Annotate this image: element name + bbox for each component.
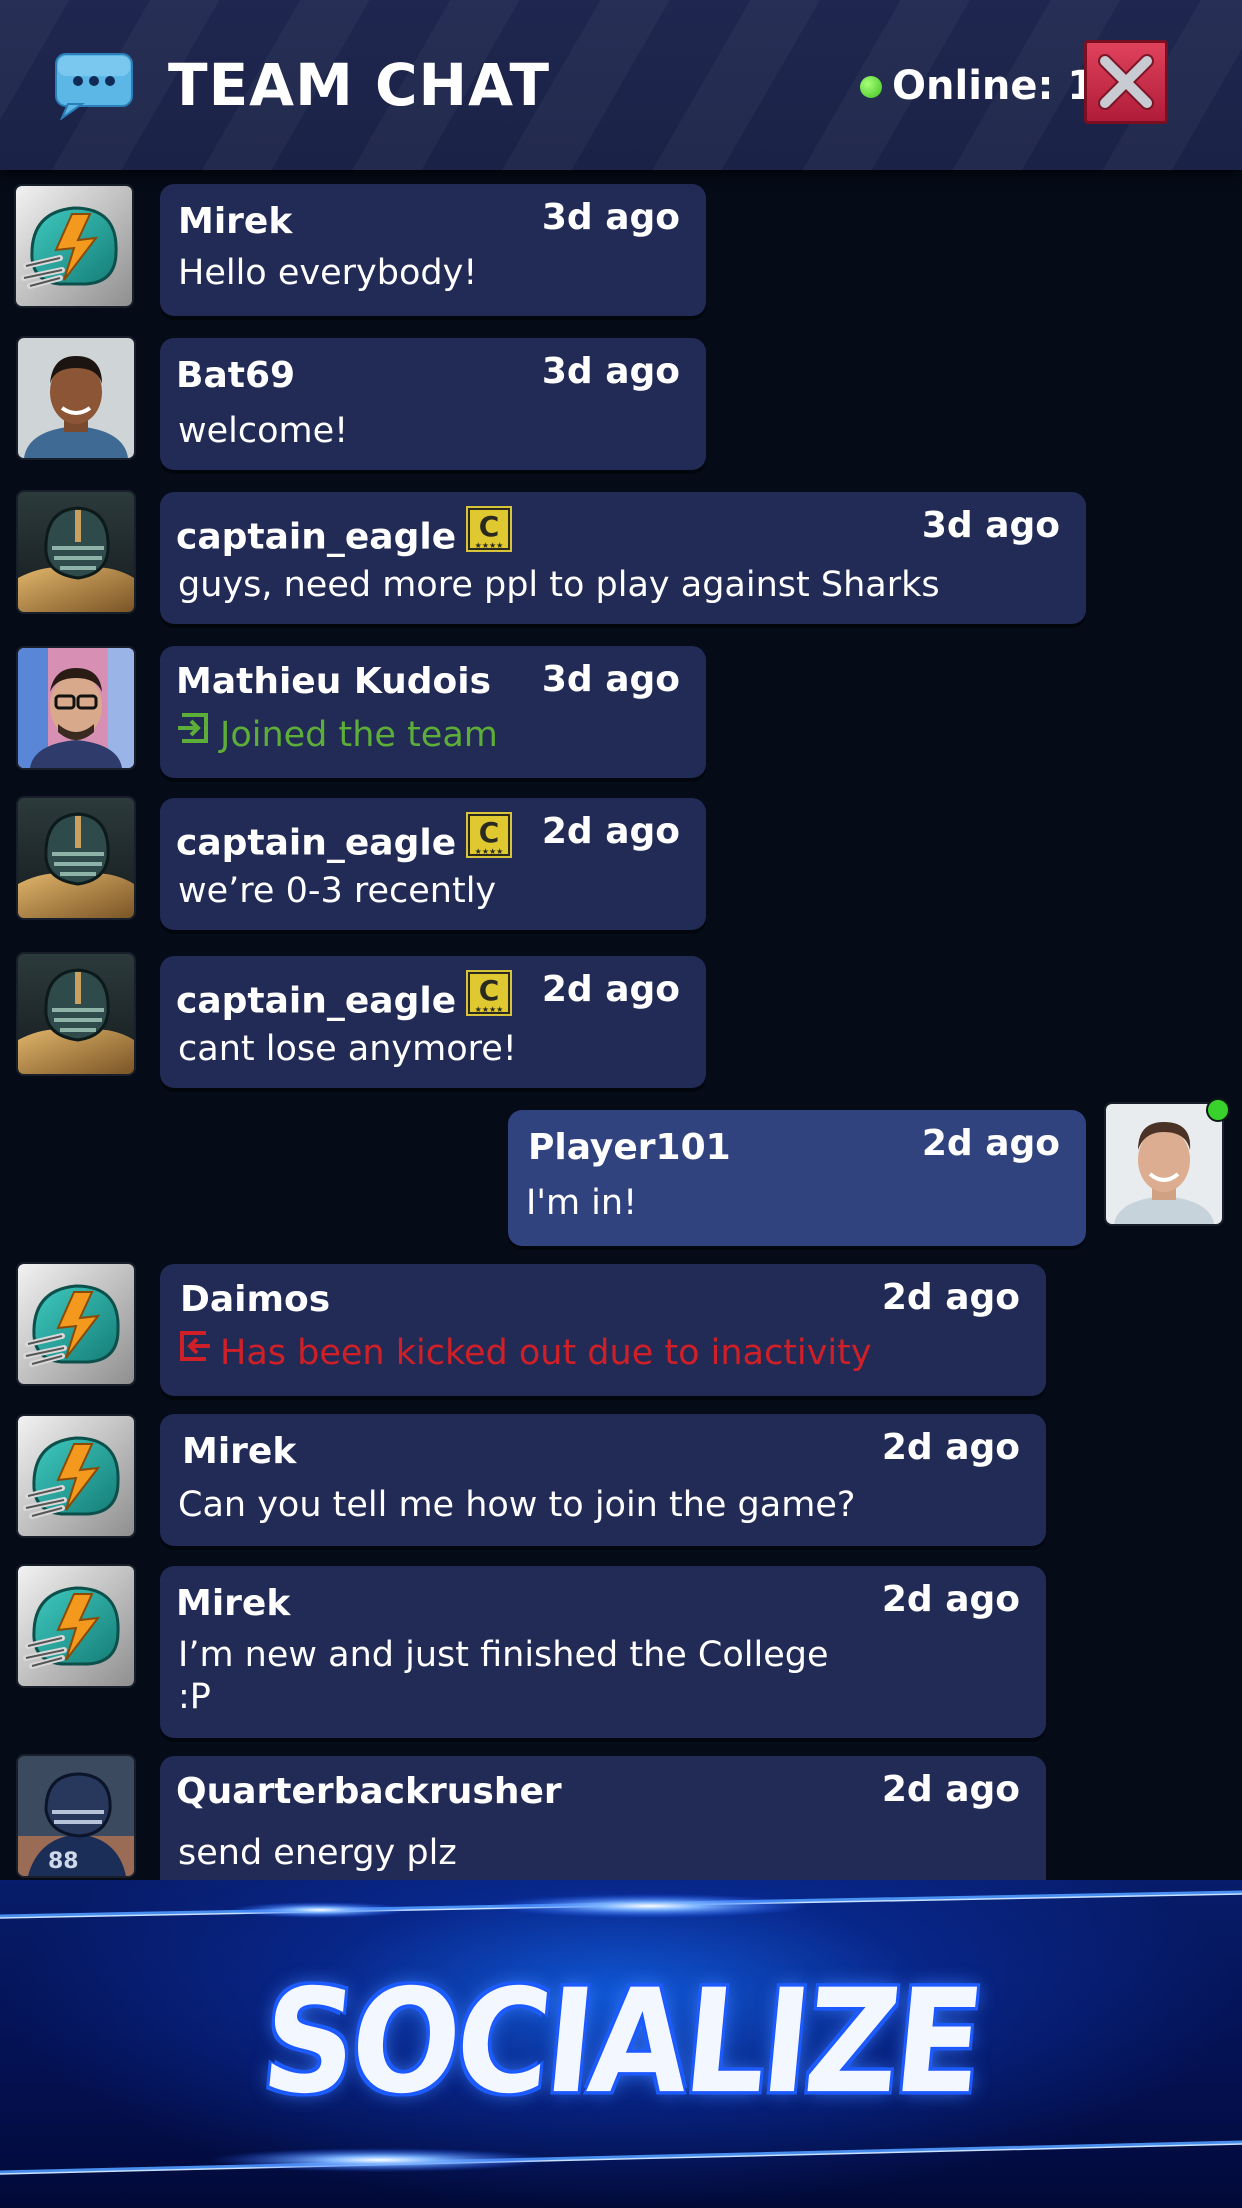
- helmet-avatar[interactable]: [16, 186, 132, 306]
- football-player-avatar[interactable]: 88: [18, 1756, 134, 1876]
- online-count: Online: 1: [892, 63, 1096, 109]
- svg-text:C: C: [479, 816, 500, 849]
- message-username[interactable]: Mirek: [176, 1582, 290, 1626]
- close-icon: [1098, 54, 1154, 110]
- captain-badge-icon: C ★★★★: [466, 812, 513, 869]
- message-text: cant lose anymore!: [178, 1029, 517, 1069]
- svg-text:★★★★: ★★★★: [475, 541, 504, 550]
- online-status-dot-icon: [860, 76, 882, 98]
- chat-header: TEAM CHAT Online: 1: [0, 0, 1242, 170]
- message-text: Can you tell me how to join the game?: [178, 1485, 856, 1525]
- message-text: guys, need more ppl to play against Shar…: [178, 565, 940, 605]
- message-username[interactable]: Mirek: [182, 1430, 296, 1474]
- message-timestamp: 2d ago: [881, 1427, 1020, 1468]
- message-username[interactable]: Player101: [528, 1126, 731, 1170]
- page-title: TEAM CHAT: [168, 51, 551, 119]
- message-bubble: captain_eagle C ★★★★ 2d ago cant lose anym…: [160, 956, 706, 1088]
- message-username[interactable]: Mirek: [178, 200, 292, 244]
- svg-text:88: 88: [48, 1849, 79, 1874]
- message-text: I'm in!: [526, 1183, 638, 1223]
- message-timestamp: 2d ago: [881, 1769, 1020, 1810]
- message-timestamp: 2d ago: [881, 1277, 1020, 1318]
- message-username[interactable]: captain_eagle C ★★★★: [176, 812, 513, 873]
- message-timestamp: 2d ago: [541, 811, 680, 852]
- message-timestamp: 3d ago: [541, 351, 680, 392]
- message-username[interactable]: Bat69: [176, 354, 295, 398]
- message-text: I’m new and just finished the College :P: [178, 1635, 829, 1717]
- captain-badge-icon: C ★★★★: [466, 970, 513, 1027]
- message-text: send energy plz: [178, 1833, 457, 1873]
- message-timestamp: 2d ago: [881, 1579, 1020, 1620]
- message-text: we’re 0-3 recently: [178, 871, 497, 911]
- photo-avatar[interactable]: [1106, 1104, 1222, 1224]
- socialize-title: SOCIALIZE: [255, 1959, 987, 2126]
- message-bubble: Mirek 2d ago Can you tell me how to join…: [160, 1414, 1046, 1546]
- football-player-avatar[interactable]: [18, 954, 134, 1074]
- socialize-banner: SOCIALIZE: [0, 1880, 1242, 2208]
- helmet-avatar[interactable]: [18, 1264, 134, 1384]
- svg-text:C: C: [479, 974, 500, 1007]
- exit-icon: [178, 1329, 210, 1373]
- system-message-kicked: Has been kicked out due to inactivity: [178, 1329, 872, 1376]
- message-timestamp: 2d ago: [921, 1123, 1060, 1164]
- message-username[interactable]: captain_eagle C ★★★★: [176, 970, 513, 1031]
- message-username[interactable]: Daimos: [180, 1278, 330, 1322]
- message-bubble: Daimos 2d ago Has been kicked out due to…: [160, 1264, 1046, 1396]
- system-message-joined: Joined the team: [178, 711, 498, 758]
- message-bubble: Mathieu Kudois 3d ago Joined the team: [160, 646, 706, 778]
- message-bubble: Mirek 3d ago Hello everybody!: [160, 184, 706, 316]
- photo-avatar[interactable]: [18, 648, 134, 768]
- message-timestamp: 3d ago: [921, 505, 1060, 546]
- message-bubble: captain_eagle C ★★★★ 3d ago guys, need mor…: [160, 492, 1086, 624]
- enter-icon: [178, 711, 210, 755]
- captain-badge-icon: C ★★★★: [466, 506, 513, 563]
- football-player-avatar[interactable]: [18, 798, 134, 918]
- svg-text:★★★★: ★★★★: [475, 1005, 504, 1014]
- message-username[interactable]: Quarterbackrusher: [176, 1770, 562, 1814]
- message-text: welcome!: [178, 411, 349, 451]
- photo-avatar[interactable]: [18, 338, 134, 458]
- message-bubble: captain_eagle C ★★★★ 2d ago we’re 0-3 rece…: [160, 798, 706, 930]
- message-timestamp: 3d ago: [541, 197, 680, 238]
- svg-text:C: C: [479, 510, 500, 543]
- message-username[interactable]: captain_eagle C ★★★★: [176, 506, 513, 567]
- message-text: Hello everybody!: [178, 253, 478, 293]
- football-player-avatar[interactable]: [18, 492, 134, 612]
- message-username[interactable]: Mathieu Kudois: [176, 660, 491, 704]
- speech-bubble-icon: [54, 52, 134, 121]
- online-indicator-icon: [1206, 1098, 1230, 1122]
- message-timestamp: 2d ago: [541, 969, 680, 1010]
- svg-text:★★★★: ★★★★: [475, 847, 504, 856]
- message-timestamp: 3d ago: [541, 659, 680, 700]
- helmet-avatar[interactable]: [18, 1566, 134, 1686]
- message-bubble: Bat69 3d ago welcome!: [160, 338, 706, 470]
- helmet-avatar[interactable]: [18, 1416, 134, 1536]
- message-bubble: Mirek 2d ago I’m new and just finished t…: [160, 1566, 1046, 1738]
- own-message-bubble: Player101 2d ago I'm in!: [508, 1110, 1086, 1246]
- close-button[interactable]: [1084, 40, 1168, 124]
